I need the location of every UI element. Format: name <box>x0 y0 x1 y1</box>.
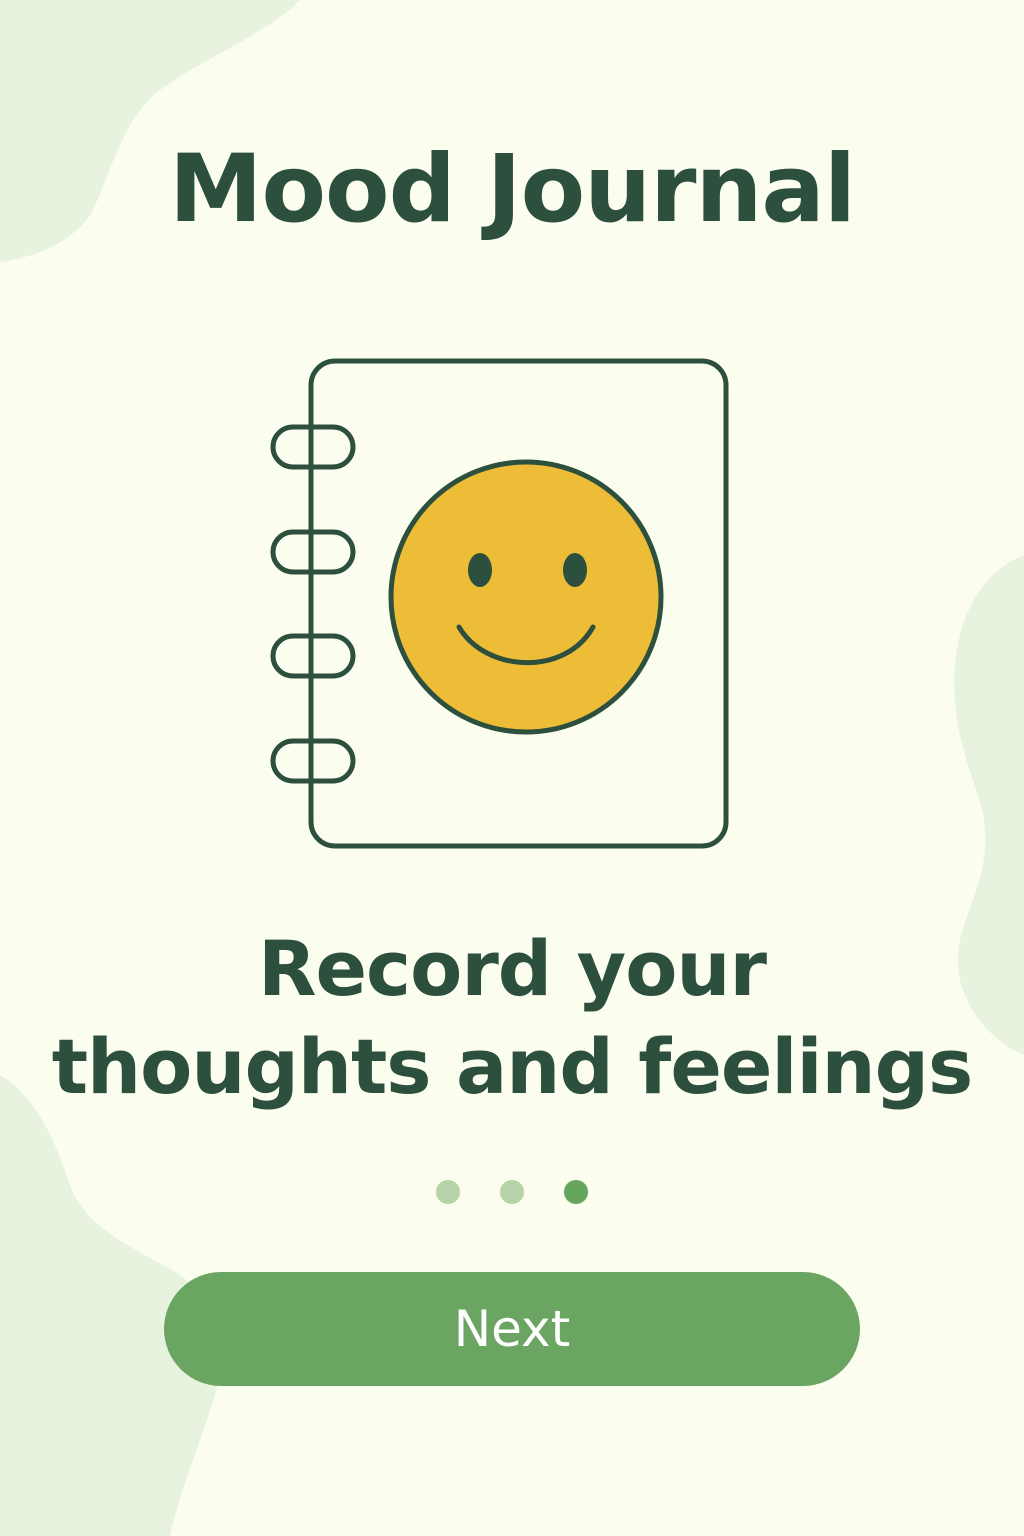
tagline-line-1: Record your <box>257 924 767 1013</box>
pagination-dots <box>0 1180 1024 1206</box>
pagination-dot[interactable] <box>436 1180 460 1204</box>
next-button[interactable]: Next <box>164 1272 860 1386</box>
pagination-dot[interactable] <box>564 1180 588 1204</box>
tagline-line-2: thoughts and feelings <box>51 1022 974 1111</box>
app-title: Mood Journal <box>168 135 856 244</box>
pagination-dot[interactable] <box>500 1180 524 1204</box>
onboarding-tagline: Record your thoughts and feelings <box>0 920 1024 1116</box>
smiley-face-icon <box>388 459 664 735</box>
journal-smiley-icon <box>270 358 729 849</box>
